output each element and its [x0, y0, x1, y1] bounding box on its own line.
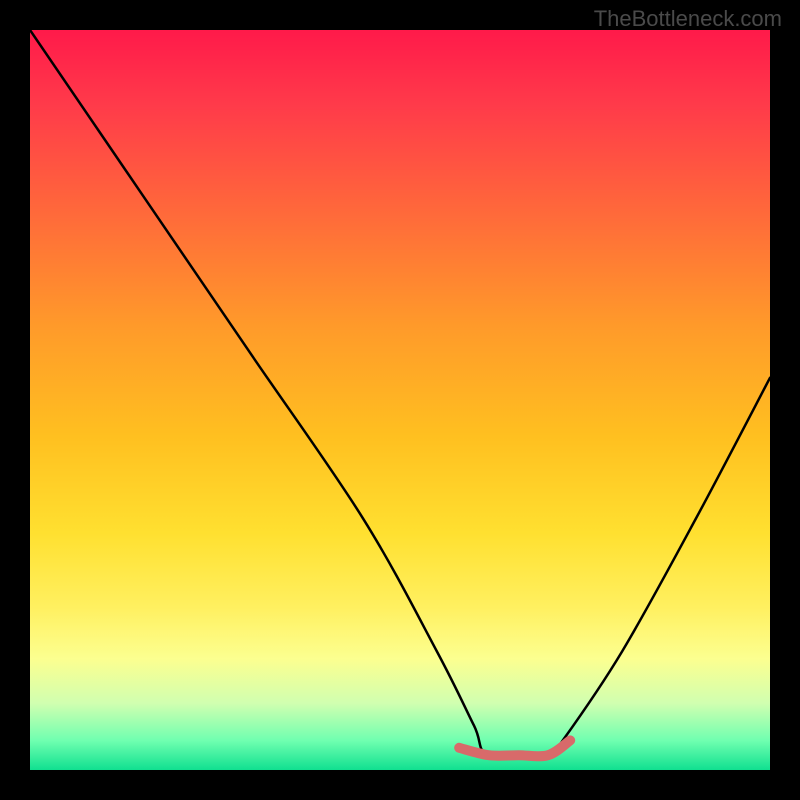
plot-background	[30, 30, 770, 770]
chart-container: TheBottleneck.com	[0, 0, 800, 800]
watermark-text: TheBottleneck.com	[594, 6, 782, 32]
